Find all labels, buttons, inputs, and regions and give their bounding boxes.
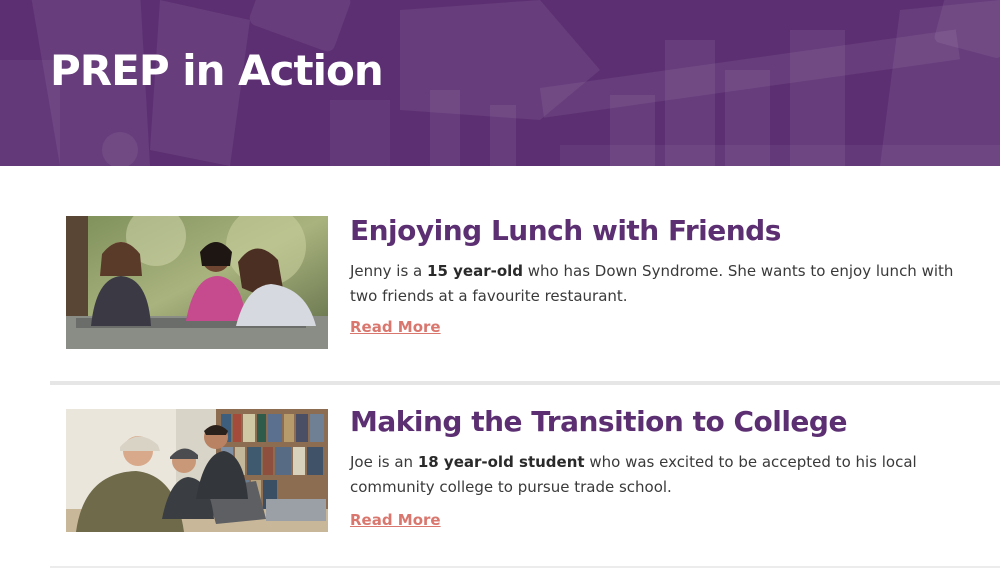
story-title-college[interactable]: Making the Transition to College [350,405,847,439]
page-title: PREP in Action [50,46,384,95]
desc-highlight: 18 year-old student [417,453,585,471]
hero-banner: PREP in Action [0,0,1000,166]
desc-highlight: 15 year-old [427,262,524,280]
story-description-college: Joe is an 18 year-old student who was ex… [350,450,970,500]
desc-prefix: Joe is an [350,453,418,471]
story-image-lunch[interactable] [66,216,328,349]
photo-students-laptop-icon [66,409,328,532]
desc-prefix: Jenny is a [350,262,428,280]
story-image-college[interactable] [66,409,328,532]
photo-friends-lunch-icon [66,216,328,349]
story-card-lunch: Enjoying Lunch with Friends Jenny is a 1… [0,166,1000,382]
read-more-link-college[interactable]: Read More [350,511,441,529]
read-more-link-lunch[interactable]: Read More [350,318,441,336]
story-card-college: Making the Transition to College Joe is … [0,385,1000,565]
story-description-lunch: Jenny is a 15 year-old who has Down Synd… [350,259,970,309]
story-title-lunch[interactable]: Enjoying Lunch with Friends [350,214,781,248]
